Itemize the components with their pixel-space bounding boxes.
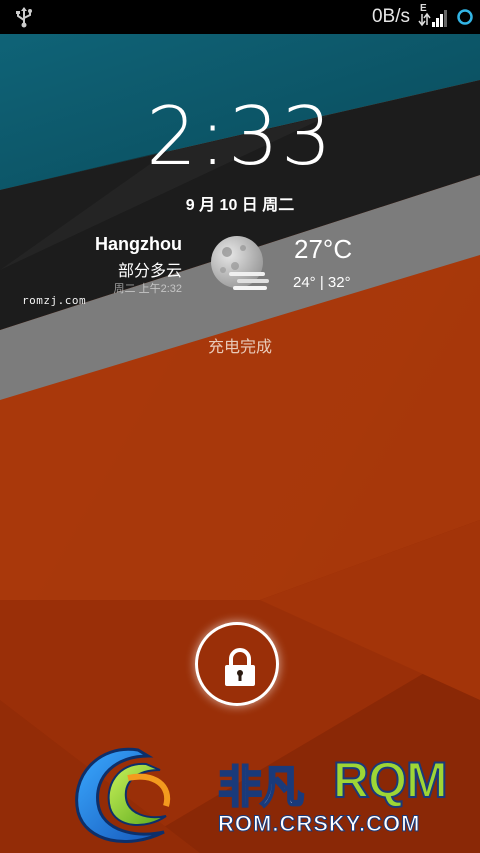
lock-clock: 2:33 (146, 90, 334, 183)
sync-circle-icon (457, 9, 473, 25)
site-watermark-text: romzj.com (22, 294, 87, 307)
crsky-watermark: 非凡 RQM ROM.CRSKY.COM (68, 738, 480, 850)
weather-condition: 部分多云 (117, 263, 182, 280)
watermark-brand-cn: 非凡 (217, 761, 305, 814)
watermark-url: ROM.CRSKY.COM (217, 811, 421, 837)
status-bar: 0B/s E (0, 0, 480, 34)
crsky-logo-icon (75, 747, 171, 844)
weather-range: 24° | 32° (293, 274, 351, 291)
lock-icon (225, 648, 255, 686)
network-type-label: E (420, 3, 427, 14)
weather-temperature: 27°C (294, 234, 353, 264)
lock-screen: 0B/s E 2:33 9 月 10 日 周二 Hangzhou 部分多云 周二… (0, 0, 480, 853)
watermark-brand-rom: RQM (332, 751, 449, 809)
signal-icon: E (418, 3, 447, 27)
net-speed-text: 0B/s (371, 6, 410, 27)
lock-date: 9 月 10 日 周二 (185, 197, 295, 214)
weather-city[interactable]: Hangzhou (60, 234, 182, 255)
usb-icon (16, 7, 32, 28)
moon-cloudy-icon[interactable] (207, 232, 273, 298)
charge-status: 充电完成 (207, 339, 272, 356)
